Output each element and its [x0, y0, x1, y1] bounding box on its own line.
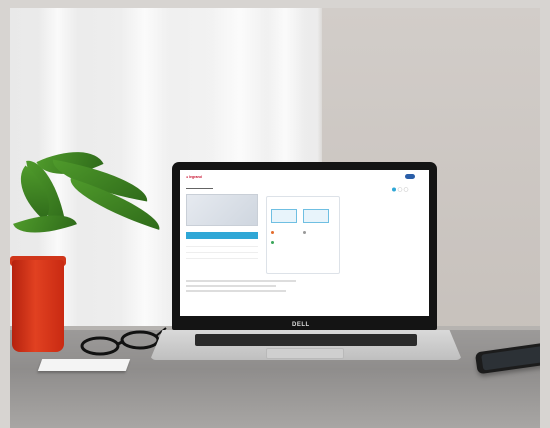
screen-title: ▬▬▬▬▬▬▬▬▬: [186, 186, 213, 190]
screen-logo: ● legrand: [186, 175, 202, 179]
plant-pot: [12, 260, 64, 352]
screen-footnote: [186, 280, 296, 282]
screen-toggle: [405, 174, 415, 179]
laptop-touchpad: [266, 348, 344, 359]
curtain-fold: [120, 8, 170, 338]
screen-legend-dot: [303, 231, 306, 234]
screen-table-row: [186, 253, 258, 259]
notebook: [37, 359, 131, 371]
screen-side-panel: [266, 196, 340, 274]
laptop-keyboard: [195, 334, 417, 346]
laptop-screen: ● legrand ▬▬▬▬▬▬▬▬▬: [180, 170, 429, 316]
screen-footnote: [186, 285, 276, 287]
screen-room-image: [186, 194, 258, 226]
screen-option-box: [271, 209, 297, 223]
screen-steps: [392, 187, 409, 192]
screen-legend-dot: [271, 241, 274, 244]
screen-option-box: [303, 209, 329, 223]
screen-table-header: [186, 232, 258, 239]
screen-legend-dot: [271, 231, 274, 234]
screen-footnote: [186, 290, 286, 292]
laptop-brand-logo: DELL: [292, 322, 310, 328]
